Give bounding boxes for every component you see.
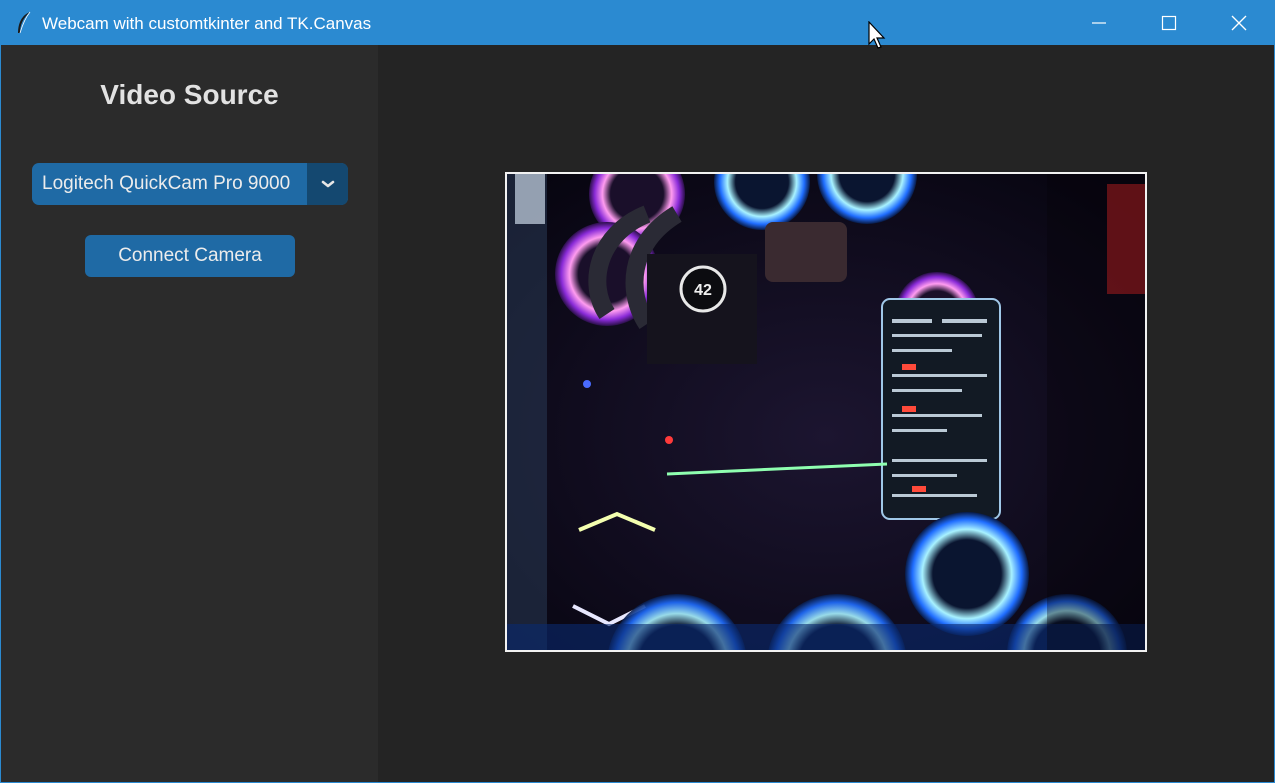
minimize-button[interactable] <box>1064 1 1134 45</box>
close-button[interactable] <box>1204 1 1274 45</box>
webcam-canvas: 42 <box>505 172 1147 652</box>
camera-select[interactable]: Logitech QuickCam Pro 9000 <box>32 163 348 205</box>
title-bar[interactable]: Webcam with customtkinter and TK.Canvas <box>1 1 1274 45</box>
maximize-icon <box>1161 15 1177 31</box>
app-window: Webcam with customtkinter and TK.Canvas … <box>0 0 1275 783</box>
maximize-button[interactable] <box>1134 1 1204 45</box>
window-title: Webcam with customtkinter and TK.Canvas <box>42 14 372 33</box>
chevron-down-icon <box>321 180 334 188</box>
close-icon <box>1231 15 1247 31</box>
video-source-heading: Video Source <box>100 79 279 110</box>
camera-select-value[interactable]: Logitech QuickCam Pro 9000 <box>42 173 290 195</box>
camera-select-dropdown-button[interactable] <box>307 163 348 205</box>
connect-camera-button[interactable]: Connect Camera <box>85 235 295 277</box>
svg-text:42: 42 <box>694 282 712 299</box>
sidebar: Video Source Logitech QuickCam Pro 9000 … <box>1 45 378 782</box>
webcam-feed-image: 42 <box>507 174 1145 650</box>
feather-icon <box>18 11 31 34</box>
minimize-icon <box>1092 22 1106 24</box>
video-area: 42 <box>378 45 1274 782</box>
mouse-cursor-icon <box>868 21 886 49</box>
